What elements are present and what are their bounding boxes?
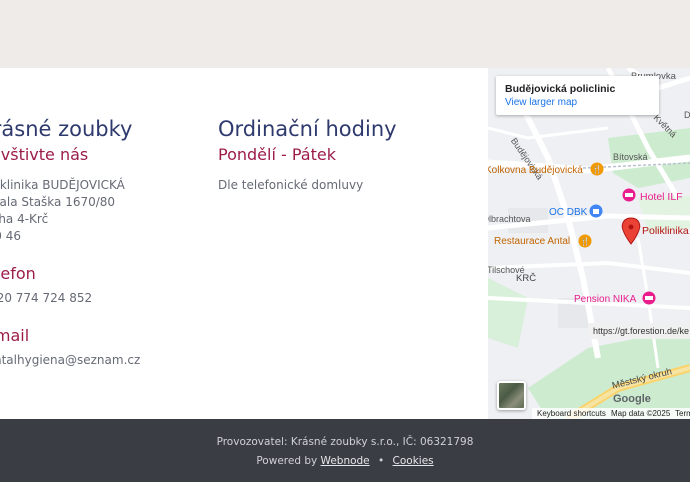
map-label-d-fragment: D	[684, 110, 690, 120]
cookies-link[interactable]: Cookies	[393, 455, 434, 467]
webnode-link[interactable]: Webnode	[321, 455, 370, 467]
email-address[interactable]: dentalhygiena@seznam.cz	[0, 352, 140, 369]
powered-by-text: Powered by	[256, 455, 321, 467]
map-label-restaurace[interactable]: Restaurace Antal	[494, 236, 570, 247]
footer-operator: Provozovatel: Krásné zoubky s.r.o., IČ: …	[216, 436, 474, 448]
hours-subtitle: Pondělí - Pátek	[218, 145, 336, 164]
url-tooltip: https://gt.forestion.de/ke	[588, 323, 690, 339]
footer-separator: •	[378, 455, 385, 467]
map-data-attribution: Map data ©2025	[611, 409, 671, 418]
phone-heading: Telefon	[0, 264, 36, 283]
svg-text:🍴: 🍴	[580, 236, 590, 246]
google-logo: Google	[613, 393, 651, 405]
satellite-toggle-button[interactable]	[497, 381, 526, 410]
map-place-card: Budějovická policlinic View larger map	[496, 76, 659, 115]
map-label-hotel[interactable]: Hotel ILF	[640, 191, 683, 203]
svg-text:🍴: 🍴	[592, 164, 602, 174]
terms-link[interactable]: Terms	[675, 409, 690, 418]
map-label-kolkovna[interactable]: Kolkovna Budějovická	[488, 165, 583, 176]
map-label-pension[interactable]: Pension NIKA	[574, 294, 636, 305]
embedded-map[interactable]: 🍴 🍴 Brumlovka Květná D Budějovická Bítov…	[488, 68, 690, 419]
map-label-poliklinika[interactable]: Poliklinika	[642, 225, 689, 237]
address-line-3: Praha 4-Krč	[0, 212, 49, 226]
keyboard-shortcuts-button[interactable]: Keyboard shortcuts	[537, 409, 606, 418]
map-label-oc-dbk[interactable]: OC DBK	[549, 207, 587, 218]
phone-link[interactable]: +420 774 724 852	[0, 291, 92, 305]
contact-section: Krásné zoubky Navštivte nás Poliklinika …	[0, 68, 488, 419]
email-heading: E-mail	[0, 326, 30, 345]
map-place-name: Budějovická policlinic	[505, 83, 616, 95]
hours-note: Dle telefonické domluvy	[218, 178, 364, 192]
address-line-1: Poliklinika BUDĚJOVICKÁ	[0, 178, 125, 192]
hours-title: Ordinační hodiny	[218, 117, 397, 141]
address-line-2: Antala Staška 1670/80	[0, 195, 116, 209]
contact-title: Krásné zoubky	[0, 117, 133, 141]
email-link[interactable]: dentalhygiena@seznam.cz	[0, 353, 140, 367]
map-label-olbrachtova: Olbrachtova	[488, 214, 531, 224]
map-label-tilschove: Tilschové	[488, 265, 525, 275]
top-band	[0, 0, 690, 68]
view-larger-map-link[interactable]: View larger map	[505, 97, 577, 108]
footer: Provozovatel: Krásné zoubky s.r.o., IČ: …	[0, 419, 690, 482]
footer-links: Powered by Webnode • Cookies	[0, 455, 690, 467]
map-label-bitovska: Bítovská	[613, 152, 648, 162]
phone-number[interactable]: +420 774 724 852	[0, 290, 92, 307]
address-line-4: 140 46	[0, 229, 21, 243]
contact-subtitle: Navštivte nás	[0, 145, 89, 164]
